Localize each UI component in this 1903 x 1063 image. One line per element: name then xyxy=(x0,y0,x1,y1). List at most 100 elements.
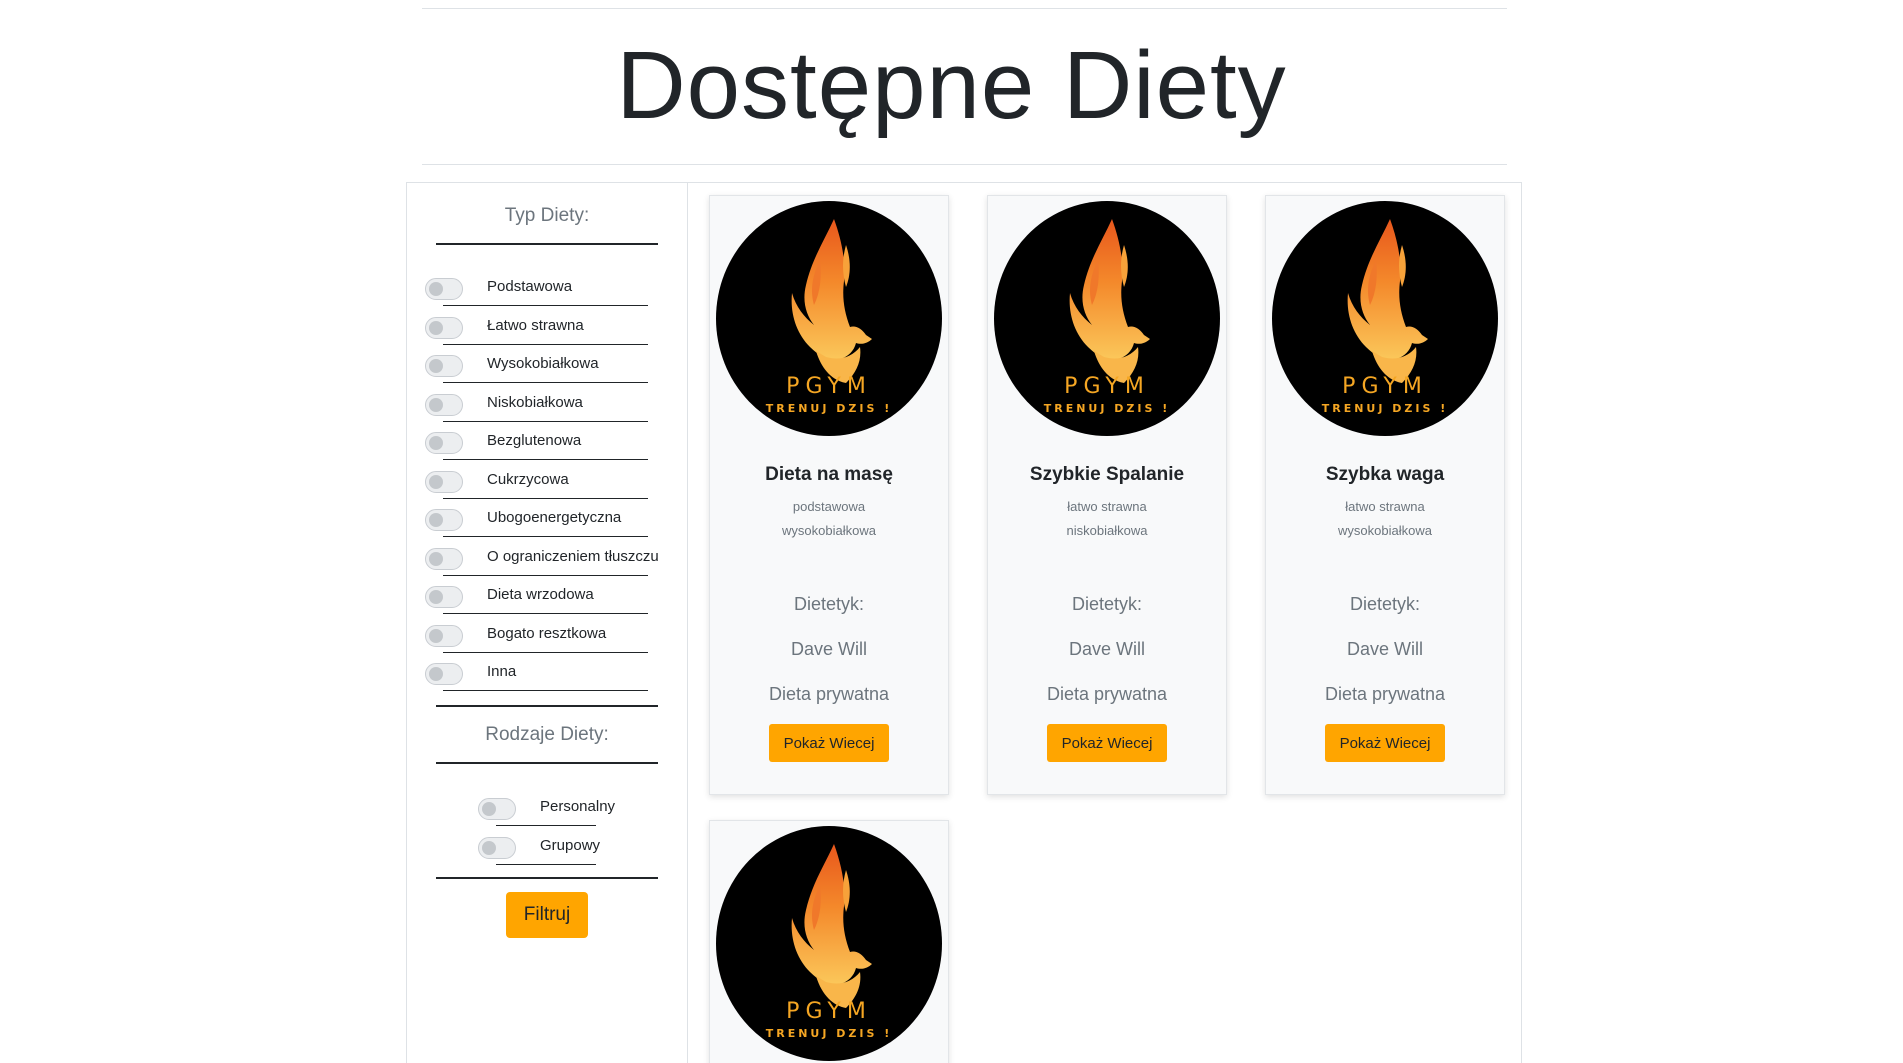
diet-type-row: Bogato resztkowa xyxy=(425,617,665,655)
diet-type-toggle[interactable] xyxy=(425,355,463,377)
top-divider xyxy=(422,8,1507,9)
diet-type-underline xyxy=(443,497,648,499)
toggle-knob xyxy=(429,474,443,489)
page: Dostępne Diety Typ Diety: Podstawowa Łatw… xyxy=(0,0,1903,1063)
diet-type-underline xyxy=(443,459,648,460)
diet-type-underline xyxy=(443,574,648,576)
toggle-knob xyxy=(429,628,443,643)
diet-type-row: Dieta wrzodowa xyxy=(425,578,665,616)
toggle-knob xyxy=(429,436,443,450)
diet-type-underline xyxy=(443,613,648,614)
diet-type-row: Cukrzycowa xyxy=(425,463,665,501)
diet-card-title: Szybka waga xyxy=(1325,464,1445,485)
diet-kind-heading: Rodzaje Diety: xyxy=(485,724,609,745)
toggle-knob xyxy=(429,397,443,412)
diet-card-title: Dieta na masę xyxy=(765,464,893,485)
pgym-logo-image: PGYM TRENUJ DZIS ! xyxy=(716,826,942,1061)
toggle-knob xyxy=(429,359,443,373)
diet-card-privacy: Dieta prywatna xyxy=(1324,684,1446,704)
show-more-button[interactable]: Pokaż Wiecej xyxy=(769,724,889,762)
diet-type-label: Ubogoenergetyczna xyxy=(487,509,622,526)
diet-type-toggle[interactable] xyxy=(425,586,463,608)
diet-type-label: Inna xyxy=(487,663,517,680)
diet-card-dietitian-label: Dietetyk: xyxy=(1349,594,1421,614)
diet-type-label: Wysokobiałkowa xyxy=(487,355,599,372)
diet-kind-underline xyxy=(496,825,596,826)
toggle-knob xyxy=(482,840,496,855)
diet-card-tag: łatwo strawna xyxy=(1345,499,1425,514)
toggle-knob xyxy=(429,282,443,296)
logo-tagline-text: TRENUJ DZIS ! xyxy=(1322,402,1449,415)
diet-card-tag: podstawowa xyxy=(792,499,866,514)
diet-card-tag: wysokobiałkowa xyxy=(1338,523,1432,538)
diet-type-heading-divider xyxy=(436,243,658,245)
show-more-button[interactable]: Pokaż Wiecej xyxy=(1047,724,1167,762)
pgym-logo-image: PGYM TRENUJ DZIS ! xyxy=(716,201,942,436)
diet-card-dietitian-name: Dave Will xyxy=(790,639,867,659)
diet-type-row: Wysokobiałkowa xyxy=(425,347,665,385)
logo-brand-text: PGYM xyxy=(1342,374,1428,399)
logo-brand-text: PGYM xyxy=(1064,374,1150,399)
diet-type-label: Bezglutenowa xyxy=(487,432,582,449)
diet-type-label: Cukrzycowa xyxy=(487,470,569,488)
diet-kind-toggle[interactable] xyxy=(478,798,516,820)
diet-kind-heading-divider xyxy=(436,762,658,764)
diet-type-heading: Typ Diety: xyxy=(504,205,590,226)
diet-type-label: O ograniczeniem tłuszczu xyxy=(487,547,659,565)
show-more-button[interactable]: Pokaż Wiecej xyxy=(1325,724,1445,762)
diet-card-privacy: Dieta prywatna xyxy=(1046,684,1168,704)
diet-type-toggle[interactable] xyxy=(425,470,463,493)
diet-type-underline xyxy=(443,343,648,345)
diet-type-label: Dieta wrzodowa xyxy=(487,586,594,603)
diet-type-label: Łatwo strawna xyxy=(487,316,584,334)
diet-type-row: Inna xyxy=(425,655,665,693)
diet-type-underline xyxy=(443,420,648,422)
diet-kind-label: Personalny xyxy=(540,798,616,815)
diet-type-list-divider xyxy=(436,705,658,707)
diet-type-underline xyxy=(443,536,648,537)
logo-tagline-text: TRENUJ DZIS ! xyxy=(766,402,893,415)
diet-card: PGYM TRENUJ DZIS ! Szybka waga łatwo strawn… xyxy=(1265,195,1505,795)
diet-card: PGYM TRENUJ DZIS ! xyxy=(709,820,949,1063)
pgym-logo-image: PGYM TRENUJ DZIS ! xyxy=(994,201,1220,436)
diet-type-row: Ubogoenergetyczna xyxy=(425,501,665,539)
diet-card-dietitian-label: Dietetyk: xyxy=(1071,594,1143,614)
diet-card-dietitian-name: Dave Will xyxy=(1068,639,1145,659)
diet-type-toggle[interactable] xyxy=(425,547,463,570)
toggle-knob xyxy=(429,667,443,681)
diet-type-toggle[interactable] xyxy=(425,509,463,531)
diet-card-title: Szybkie Spalanie xyxy=(1029,464,1185,485)
diet-type-toggle[interactable] xyxy=(425,393,463,416)
diet-type-underline xyxy=(443,651,648,653)
logo-brand-text: PGYM xyxy=(786,374,872,399)
diet-kind-toggle[interactable] xyxy=(478,836,516,859)
logo-tagline-text: TRENUJ DZIS ! xyxy=(1044,402,1171,415)
toggle-knob xyxy=(429,513,443,527)
toggle-knob xyxy=(429,320,443,335)
diet-type-row: Łatwo strawna xyxy=(425,309,665,347)
page-title: Dostępne Diety xyxy=(616,32,1287,139)
diet-type-label: Bogato resztkowa xyxy=(487,624,607,642)
diet-type-toggle[interactable] xyxy=(425,432,463,454)
diet-kind-label: Grupowy xyxy=(540,836,601,854)
diet-type-toggle[interactable] xyxy=(425,316,463,339)
filter-button[interactable]: Filtruj xyxy=(506,892,588,938)
logo-tagline-text: TRENUJ DZIS ! xyxy=(766,1027,893,1040)
logo-brand-text: PGYM xyxy=(786,999,872,1024)
diet-type-row: O ograniczeniem tłuszczu xyxy=(425,540,665,578)
diet-type-toggle[interactable] xyxy=(425,624,463,647)
diet-type-row: Niskobiałkowa xyxy=(425,386,665,424)
diet-card: PGYM TRENUJ DZIS ! Szybkie Spalanie łatwo s… xyxy=(987,195,1227,795)
diet-type-row: Podstawowa xyxy=(425,270,665,308)
diet-type-toggle[interactable] xyxy=(425,278,463,300)
diet-type-underline xyxy=(443,305,648,306)
diet-type-underline xyxy=(443,382,648,383)
diet-type-label: Podstawowa xyxy=(487,278,573,295)
diet-kind-row: Personalny xyxy=(478,790,718,828)
diet-type-underline xyxy=(443,690,648,691)
diet-type-toggle[interactable] xyxy=(425,663,463,685)
diet-card-dietitian-name: Dave Will xyxy=(1346,639,1423,659)
diet-card-dietitian-label: Dietetyk: xyxy=(793,594,865,614)
pgym-logo-image: PGYM TRENUJ DZIS ! xyxy=(1272,201,1498,436)
diet-card-tag: wysokobiałkowa xyxy=(782,523,876,538)
